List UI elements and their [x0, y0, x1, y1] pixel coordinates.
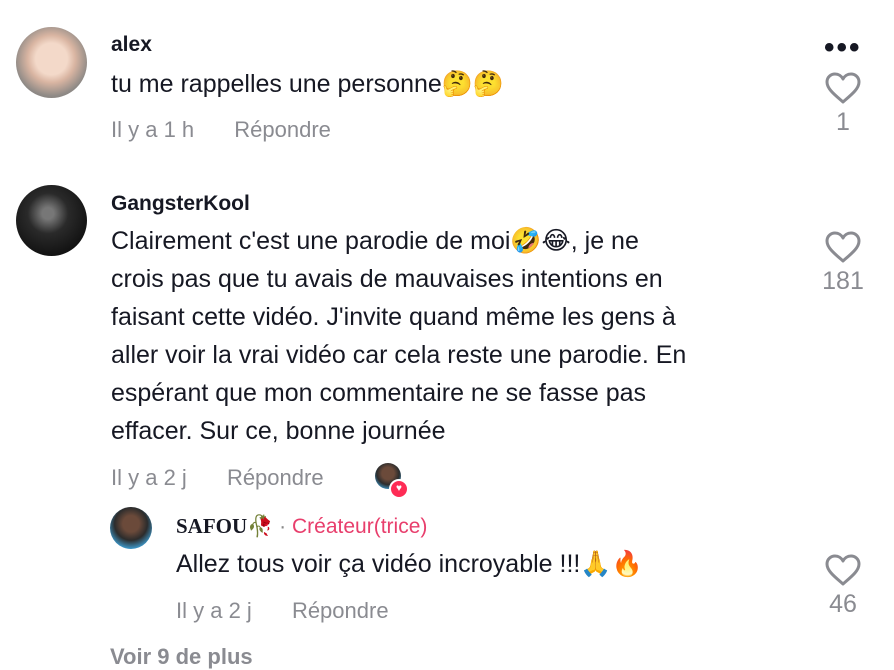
like-button[interactable]: 1: [813, 72, 873, 137]
reply-username[interactable]: SAFOU🥀: [176, 514, 273, 538]
avatar-safou[interactable]: [110, 507, 152, 549]
reply-button[interactable]: Répondre: [227, 465, 324, 490]
like-count: 46: [829, 590, 857, 618]
like-button[interactable]: 181: [813, 231, 873, 296]
more-options-icon[interactable]: •••: [824, 33, 862, 63]
avatar-gangsterkool[interactable]: [16, 185, 87, 256]
creator-badge: Créateur(trice): [292, 515, 428, 538]
heart-icon: ♥: [389, 479, 409, 499]
comment-timestamp: Il y a 1 h: [111, 117, 195, 142]
comment-text: tu me rappelles une personne🤔🤔: [111, 70, 505, 98]
comment-text: Clairement c'est une parodie de moi🤣😂, j…: [111, 227, 687, 445]
heart-icon: [825, 72, 861, 104]
creator-liked-badge: ♥: [375, 463, 409, 499]
comment-timestamp: Il y a 2 j: [111, 465, 187, 490]
avatar-alex[interactable]: [16, 27, 87, 98]
like-count: 1: [836, 108, 850, 136]
reply-timestamp: Il y a 2 j: [176, 598, 252, 623]
reply-button[interactable]: Répondre: [292, 598, 389, 623]
like-button[interactable]: 46: [813, 554, 873, 619]
heart-icon: [825, 231, 861, 263]
comment-username[interactable]: alex: [111, 33, 152, 57]
reply-button[interactable]: Répondre: [234, 117, 331, 142]
separator-dot: ·: [279, 515, 287, 538]
like-count: 181: [822, 267, 864, 295]
reply-text: Allez tous voir ça vidéo incroyable !!!🙏…: [176, 550, 643, 578]
comment-username[interactable]: GangsterKool: [111, 192, 250, 216]
reply-header: SAFOU🥀 · Créateur(trice): [176, 514, 427, 539]
view-more-replies-link[interactable]: Voir 9 de plus: [110, 644, 253, 670]
heart-icon: [825, 554, 861, 586]
